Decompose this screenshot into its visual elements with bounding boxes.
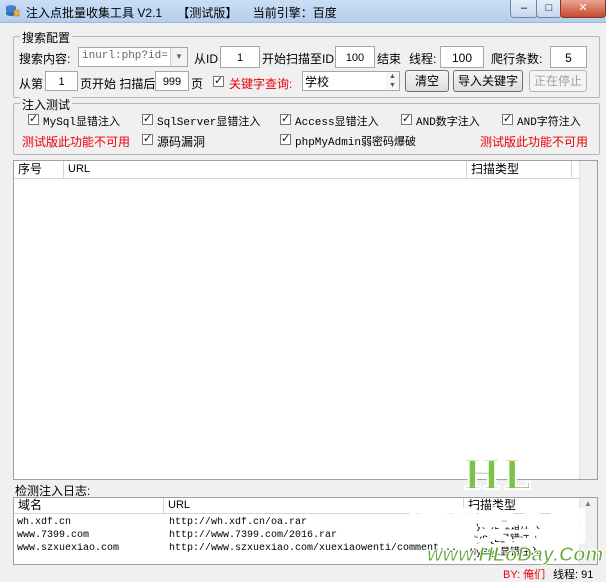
status-bar: BY: 俺们 线程: 91 [0,566,606,581]
end-label: 结束 [377,52,402,66]
log-domain: wh.xdf.cn [17,517,72,528]
threads-label: 线程: [409,52,437,66]
scroll-up-icon[interactable]: ▲ [584,499,592,508]
close-button[interactable]: ✕ [560,0,606,18]
log-col-url-header[interactable]: URL [164,498,464,513]
col-url-header[interactable]: URL [64,161,467,178]
log-url: http://wh.xdf.cn/oa.rar [169,517,308,528]
source-vuln-checkbox[interactable] [142,132,153,145]
and-number-inject-label: AND数字注入 [416,117,480,129]
access-inject-label: Access显错注入 [295,117,379,129]
keyword-input[interactable]: 学校 [302,71,387,91]
from-page-input[interactable]: 1 [45,71,78,91]
and-number-inject-checkbox[interactable] [401,112,412,125]
sqlserver-inject-label: SqlServer显错注入 [157,117,261,129]
inject-test-legend: 注入测试 [20,96,73,113]
keyword-spinner[interactable]: ▲ ▼ [386,71,400,91]
log-row[interactable]: www.szxuexiao.com http://www.szxuexiao.c… [14,543,580,559]
window-title: 注入点批量收集工具 V2.1 【测试版】 当前引擎：百度 [26,4,349,21]
results-scrollbar[interactable] [579,161,597,479]
col-index-header[interactable]: 序号 [14,161,64,178]
app-database-icon [6,5,20,17]
edition-label: 【测试版】 [177,6,238,20]
keyword-query-checkbox[interactable] [213,74,224,87]
crawl-count-label: 爬行条数: [491,52,543,66]
log-col-type-header[interactable]: 扫描类型 [464,498,580,513]
access-inject-checkbox[interactable] [280,112,291,125]
chevron-down-icon[interactable]: ▼ [170,48,187,66]
from-id-input[interactable]: 1 [220,46,260,68]
keyword-query-label: 关键字查询: [229,77,293,91]
log-table-header: 域名 URL 扫描类型 [14,498,580,514]
from-page-label: 从第 [19,77,44,91]
from-id-label: 从ID [194,52,219,66]
scan-to-id-label: 开始扫描至ID [262,52,335,66]
unavailable-notice-right: 测试版此功能不可用 [480,135,589,149]
mysql-inject-label: MySql显错注入 [43,117,121,129]
search-config-legend: 搜索配置 [20,29,73,46]
page-start-label: 页开始 扫描后 [80,77,156,91]
results-table[interactable]: 序号 URL 扫描类型 [13,160,598,480]
crawl-count-input[interactable]: 5 [550,46,587,68]
log-table[interactable]: 域名 URL 扫描类型 wh.xdf.cn http://wh.xdf.cn/o… [13,497,598,565]
app-title: 注入点批量收集工具 V2.1 [26,6,163,20]
log-col-domain-header[interactable]: 域名 [14,498,164,513]
log-scrollbar[interactable]: ▲ ▼ [579,498,597,564]
and-char-inject-checkbox[interactable] [502,112,513,125]
col-scan-type-header[interactable]: 扫描类型 [467,161,572,178]
search-content-label: 搜索内容: [19,52,71,66]
phpmyadmin-brute-checkbox[interactable] [280,132,291,145]
author-label: BY: 俺们 [503,569,546,581]
and-char-inject-label: AND字符注入 [517,117,581,129]
stop-button[interactable]: 正在停止 [529,70,587,92]
phpmyadmin-brute-label: phpMyAdmin弱密码爆破 [295,137,417,149]
log-row[interactable]: www.7399.com http://www.7399.com/2016.ra… [14,530,580,546]
clear-button[interactable]: 清空 [405,70,449,92]
log-url: http://www.7399.com/2016.rar [169,530,338,541]
engine-label: 当前引擎：百度 [252,6,337,20]
unavailable-notice-left: 测试版此功能不可用 [22,135,131,149]
search-content-select[interactable]: inurl:php?id= ▼ [78,47,188,67]
import-keyword-button[interactable]: 导入关键字 [453,70,523,92]
page-label: 页 [191,77,204,91]
log-domain: www.szxuexiao.com [17,543,120,554]
maximize-button[interactable]: □ [536,0,562,18]
threads-input[interactable]: 100 [440,46,484,68]
scan-to-id-input[interactable]: 100 [335,46,375,68]
log-url: http://www.szxuexiao.com/xuexiaowenti/co… [169,543,458,554]
source-vuln-label: 源码漏洞 [157,135,206,149]
minimize-button[interactable]: – [510,0,538,18]
sqlserver-inject-checkbox[interactable] [142,112,153,125]
scroll-down-icon[interactable]: ▼ [584,554,592,563]
log-row[interactable]: wh.xdf.cn http://wh.xdf.cn/oa.rar MySQL显… [14,517,580,533]
log-type: MySQL显错注入 [470,548,541,559]
log-domain: www.7399.com [17,530,90,541]
threads-status: 线程: 91 [553,569,594,581]
page-after-input[interactable]: 999 [155,71,189,91]
search-content-value: inurl:php?id= [82,50,168,62]
mysql-inject-checkbox[interactable] [28,112,39,125]
title-bar[interactable]: 注入点批量收集工具 V2.1 【测试版】 当前引擎：百度 – □ ✕ [0,0,606,23]
results-table-header: 序号 URL 扫描类型 [14,161,580,179]
